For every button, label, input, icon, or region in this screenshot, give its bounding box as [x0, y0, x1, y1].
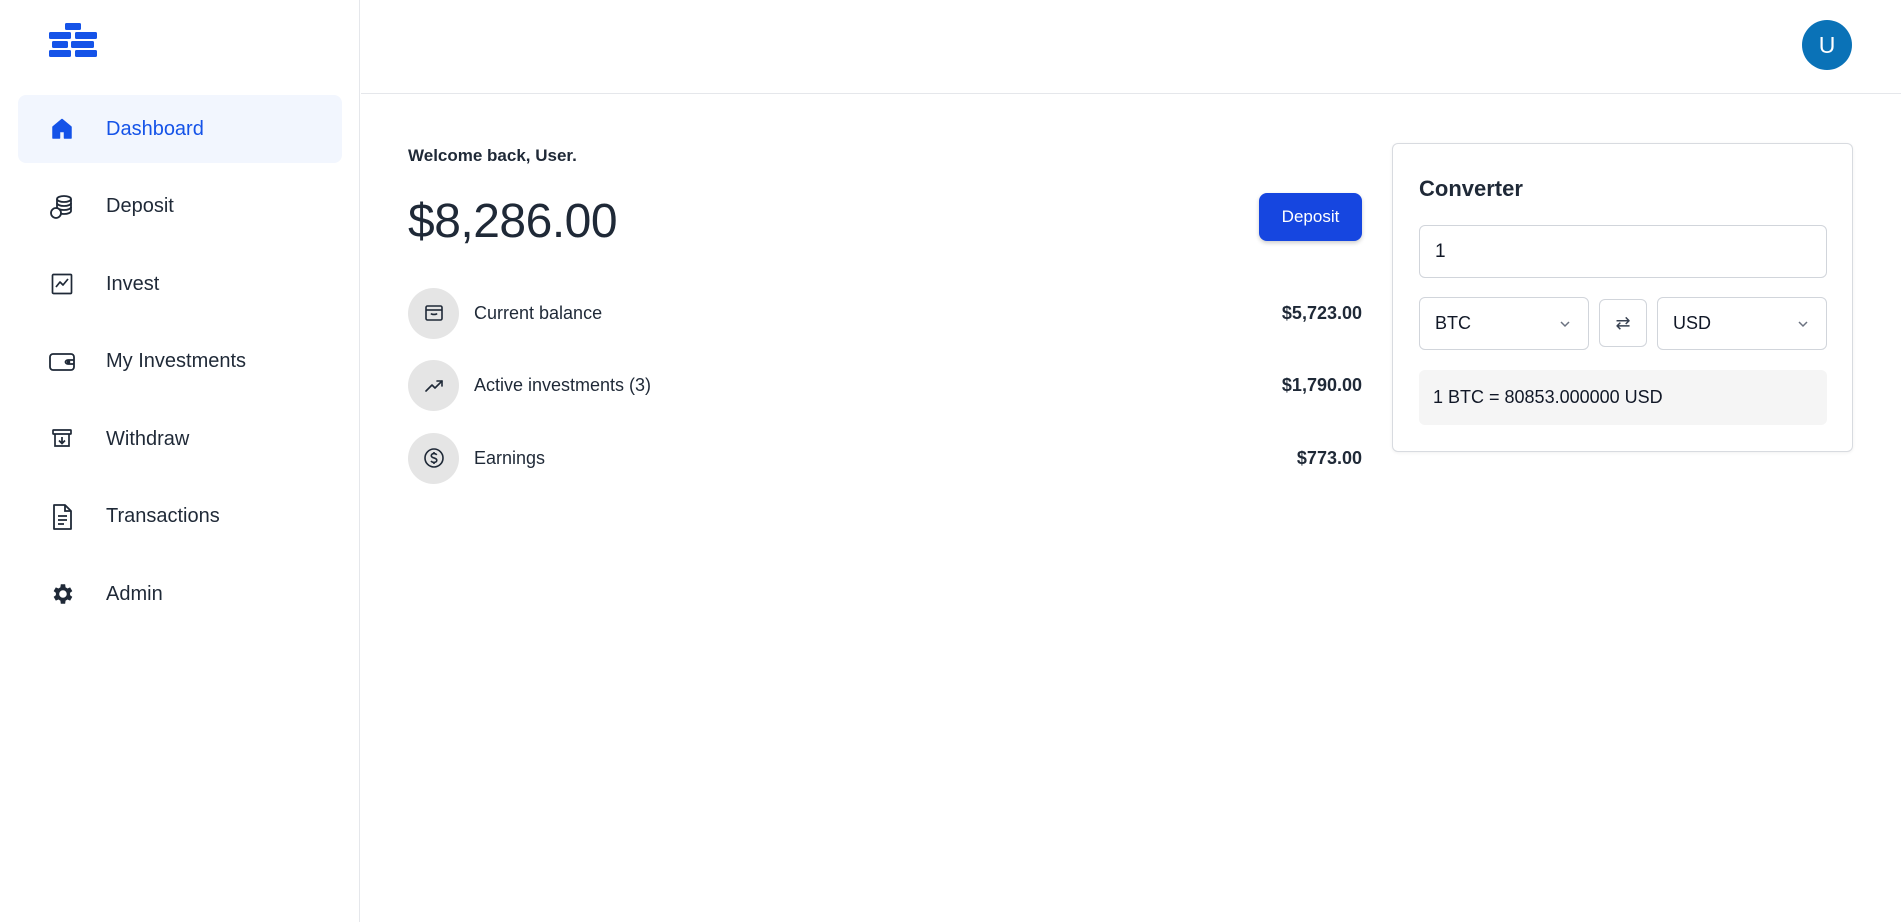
- to-currency-value: USD: [1673, 313, 1712, 333]
- stat-value: $5,723.00: [1281, 302, 1362, 323]
- stat-row-active-investments: Active investments (3) $1,790.00: [408, 360, 1362, 412]
- trending-up-icon: [408, 360, 459, 411]
- home-icon: [48, 115, 76, 143]
- sidebar-item-invest[interactable]: Invest: [18, 250, 342, 318]
- stat-label: Earnings: [474, 447, 546, 468]
- converter-card: Converter BTC ⇄ USD 1 BTC = 80853.000000…: [1392, 143, 1853, 452]
- stat-row-current-balance: Current balance $5,723.00: [408, 287, 1362, 339]
- gear-icon: [48, 580, 76, 608]
- sidebar-item-deposit[interactable]: Deposit: [18, 173, 342, 241]
- chevron-down-icon: [1560, 321, 1570, 328]
- conversion-result: 1 BTC = 80853.000000 USD: [1419, 370, 1827, 425]
- total-balance: $8,286.00: [408, 195, 618, 248]
- chart-line-icon: [48, 270, 76, 298]
- to-currency-select[interactable]: USD: [1657, 297, 1827, 350]
- avatar[interactable]: U: [1802, 20, 1852, 70]
- amount-input[interactable]: [1419, 225, 1827, 278]
- sidebar-item-label: Invest: [106, 272, 160, 295]
- withdraw-icon: [48, 425, 76, 453]
- stat-label: Active investments (3): [474, 375, 652, 395]
- coins-icon: [48, 193, 76, 221]
- stat-row-earnings: Earnings $773.00: [408, 432, 1362, 484]
- sidebar-item-transactions[interactable]: Transactions: [18, 483, 342, 551]
- welcome-text: Welcome back, User.: [408, 146, 577, 165]
- archive-icon: [408, 287, 459, 339]
- from-currency-value: BTC: [1435, 313, 1471, 333]
- sidebar-item-label: Dashboard: [106, 117, 204, 140]
- sidebar-item-label: Transactions: [106, 505, 220, 527]
- wallet-icon: [48, 348, 76, 376]
- converter-title: Converter: [1419, 176, 1523, 201]
- document-icon: [48, 503, 76, 531]
- sidebar-item-my-investments[interactable]: My Investments: [18, 328, 342, 396]
- sidebar-item-label: My Investments: [106, 350, 247, 372]
- from-currency-select[interactable]: BTC: [1419, 297, 1589, 350]
- sidebar-item-admin[interactable]: Admin: [18, 560, 342, 628]
- sidebar-item-label: Admin: [106, 582, 163, 605]
- sidebar-item-withdraw[interactable]: Withdraw: [18, 405, 342, 473]
- sidebar: Dashboard Deposit Invest My Investments …: [0, 0, 360, 922]
- sidebar-item-label: Deposit: [106, 195, 174, 217]
- stats-list: Current balance $5,723.00 Active investm…: [408, 287, 1362, 505]
- deposit-button[interactable]: Deposit: [1259, 193, 1362, 241]
- sidebar-item-label: Withdraw: [106, 427, 190, 450]
- swap-button[interactable]: ⇄: [1599, 299, 1647, 347]
- top-header: U: [361, 0, 1901, 94]
- stat-value: $773.00: [1296, 447, 1362, 468]
- sidebar-item-dashboard[interactable]: Dashboard: [18, 95, 342, 163]
- stat-value: $1,790.00: [1281, 375, 1362, 395]
- logo-icon[interactable]: [49, 23, 97, 67]
- dollar-circle-icon: [408, 432, 459, 484]
- stat-label: Current balance: [474, 302, 603, 323]
- chevron-down-icon: [1798, 321, 1808, 328]
- sidebar-nav: Dashboard Deposit Invest My Investments …: [18, 95, 342, 638]
